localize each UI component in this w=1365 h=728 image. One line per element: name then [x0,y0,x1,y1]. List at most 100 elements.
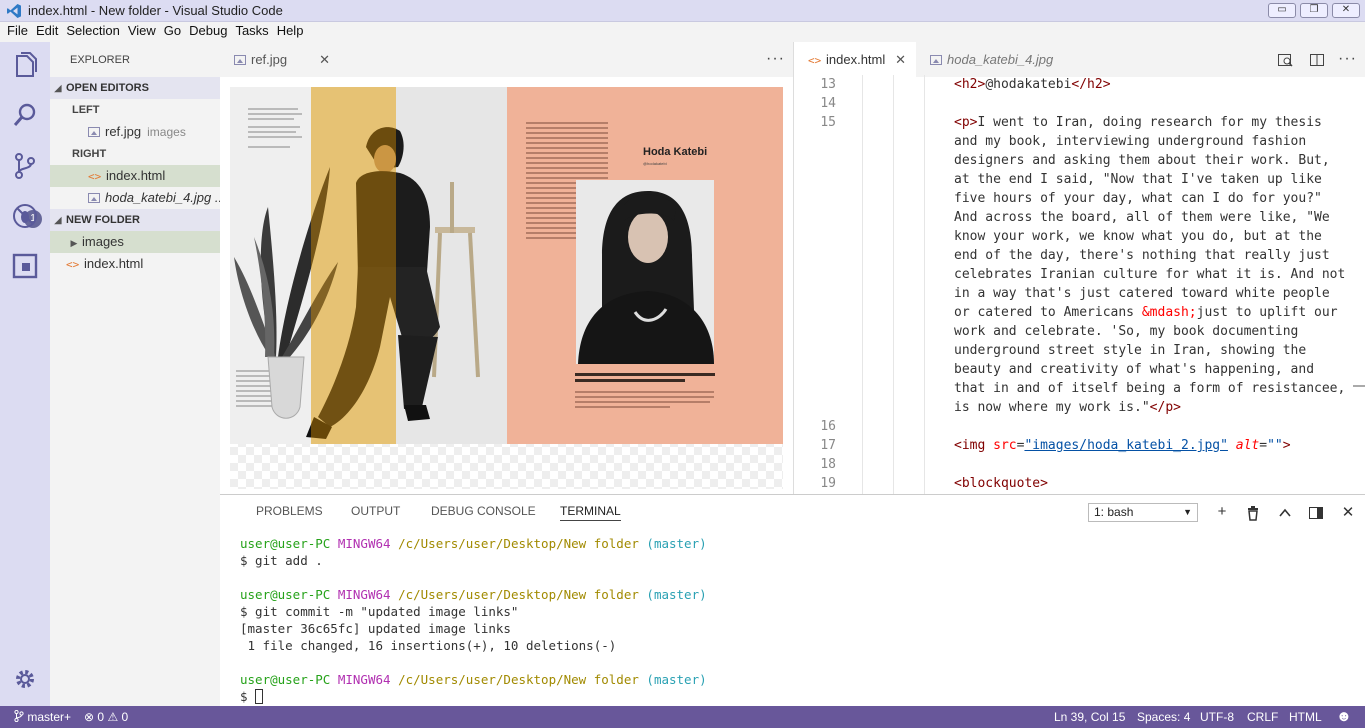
tab-debug-console[interactable]: DEBUG CONSOLE [431,504,536,518]
line-number: 15 [820,115,836,130]
toggle-panel-icon[interactable] [1308,505,1324,521]
explorer-icon[interactable] [9,50,41,82]
menu-bar: File Edit Selection View Go Debug Tasks Help [0,22,1365,42]
code-line: end of the day, there's nothing that rea… [954,248,1330,263]
tab-ref-jpg[interactable]: ref.jpg ✕ [220,42,340,77]
status-language[interactable]: HTML [1289,706,1322,728]
code-line: celebrates Iranian culture for what it i… [954,267,1346,282]
open-editor-ref[interactable]: ref.jpg images [50,121,220,143]
terminal-prompt: user@user-PC MINGW64 /c/Users/user/Deskt… [240,672,707,687]
close-icon[interactable]: ✕ [319,42,330,77]
title-bar: index.html - New folder - Visual Studio … [0,0,1365,22]
trash-icon[interactable] [1245,505,1261,521]
chevron-down-icon: ◢ [54,215,62,225]
image-file-icon [88,193,100,203]
close-panel-icon[interactable]: ✕ [1340,503,1356,521]
chevron-down-icon: ▼ [1183,507,1192,517]
bottom-panel: PROBLEMS OUTPUT DEBUG CONSOLE TERMINAL 1… [220,494,1365,706]
open-editor-hoda-label: hoda_katebi_4.jpg ... [105,190,220,205]
open-editors-section[interactable]: ◢ OPEN EDITORS [50,77,220,99]
line-number: 16 [820,419,836,434]
minimize-button[interactable]: ▭ [1268,3,1296,18]
menu-help[interactable]: Help [273,22,308,38]
menu-view[interactable]: View [124,22,160,38]
group-left-label: LEFT [72,104,100,116]
code-line: designers and asking them about their wo… [954,153,1330,168]
new-folder-section[interactable]: ◢ NEW FOLDER [50,209,220,231]
open-preview-icon[interactable] [1277,52,1293,68]
ref-image: Hoda Katebi @hodakatebi [230,87,783,444]
code-line: <img src="images/hoda_katebi_2.jpg" alt=… [954,438,1291,453]
tab-index-html[interactable]: <> index.html ✕ [794,42,916,77]
terminal-line: 1 file changed, 16 insertions(+), 10 del… [240,638,617,653]
chevron-up-icon[interactable] [1277,505,1293,521]
menu-debug[interactable]: Debug [185,22,231,38]
terminal[interactable]: user@user-PC MINGW64 /c/Users/user/Deskt… [240,535,707,705]
status-eol[interactable]: CRLF [1247,706,1278,728]
status-indentation[interactable]: Spaces: 4 [1137,706,1190,728]
debug-icon[interactable] [9,200,41,232]
menu-file[interactable]: File [3,22,32,38]
status-cursor-position[interactable]: Ln 39, Col 15 [1054,706,1125,728]
open-editor-index-label: index.html [106,168,166,183]
file-index-html-label: index.html [84,256,144,271]
status-encoding[interactable]: UTF-8 [1200,706,1234,728]
more-actions-icon[interactable]: ··· [1338,42,1357,75]
code-editor[interactable]: 13 <h2>@hodakatebi</h2> 14 15 <p>I went … [794,75,1365,494]
git-branch-icon [14,709,24,723]
editor-group-right: <> index.html ✕ hoda_katebi_4.jpg ··· 13 … [794,42,1365,494]
code-line: is now where my work is."</p> [954,400,1181,415]
open-editor-index[interactable]: <> index.html [50,165,220,187]
code-line: that in and of itself being a form of re… [954,381,1346,396]
split-editor-icon[interactable] [1309,52,1325,68]
tab-hoda-preview[interactable]: hoda_katebi_4.jpg [916,42,1076,77]
close-window-button[interactable]: ✕ [1332,3,1360,18]
status-branch[interactable]: master+ [14,706,71,728]
folder-images-label: images [82,234,124,249]
terminal-select[interactable]: 1: bash ▼ [1088,503,1198,522]
indent-guide [862,75,863,494]
code-line: five hours of your day, what can I do fo… [954,191,1322,206]
image-file-icon [234,55,246,65]
feedback-icon[interactable]: ☻ [1336,706,1352,728]
maximize-button[interactable]: ❐ [1300,3,1328,18]
new-folder-label: NEW FOLDER [66,214,140,226]
close-icon[interactable]: ✕ [895,42,906,77]
code-line: <p>I went to Iran, doing research for my… [954,115,1322,130]
preview-name: Hoda Katebi [643,146,707,158]
open-editor-hoda[interactable]: hoda_katebi_4.jpg ... [50,187,220,209]
gear-icon[interactable] [13,667,37,691]
menu-selection[interactable]: Selection [62,22,123,38]
file-index-html[interactable]: <> index.html [50,253,220,275]
indent-guide [924,75,925,494]
scrollbar-marker[interactable] [1353,385,1365,387]
menu-edit[interactable]: Edit [32,22,62,38]
explorer-header: EXPLORER [70,54,130,66]
folder-images[interactable]: ▶ images [50,231,220,253]
menu-go[interactable]: Go [160,22,185,38]
tab-problems[interactable]: PROBLEMS [256,504,323,518]
tab-bar-right: <> index.html ✕ hoda_katebi_4.jpg ··· [794,42,1365,77]
terminal-blank [240,569,707,586]
indent-guide [893,75,894,494]
more-actions-icon[interactable]: ··· [766,42,785,75]
terminal-line: $ git add . [240,553,323,568]
code-line: And across the board, all of them were l… [954,210,1330,225]
extensions-icon[interactable] [9,250,41,282]
html-file-icon: <> [88,170,102,183]
status-problems[interactable]: ⊗ 0 ⚠ 0 [84,706,128,728]
tab-terminal[interactable]: TERMINAL [560,504,621,521]
status-bar: master+ ⊗ 0 ⚠ 0 Ln 39, Col 15 Spaces: 4 … [0,706,1365,728]
source-control-icon[interactable] [9,150,41,182]
terminal-line: $ git commit -m "updated image links" [240,604,519,619]
terminal-input-line: $ [240,688,707,705]
status-warnings: 0 [121,710,129,724]
search-icon[interactable] [9,100,41,132]
new-terminal-icon[interactable]: + [1214,503,1230,520]
menu-tasks[interactable]: Tasks [231,22,272,38]
code-line: work and celebrate. 'So, my book documen… [954,324,1299,339]
html-file-icon: <> [66,258,80,271]
tab-output[interactable]: OUTPUT [351,504,400,518]
activity-bar: 1 [0,42,50,706]
code-line: beauty and creativity of what's happenin… [954,362,1315,377]
